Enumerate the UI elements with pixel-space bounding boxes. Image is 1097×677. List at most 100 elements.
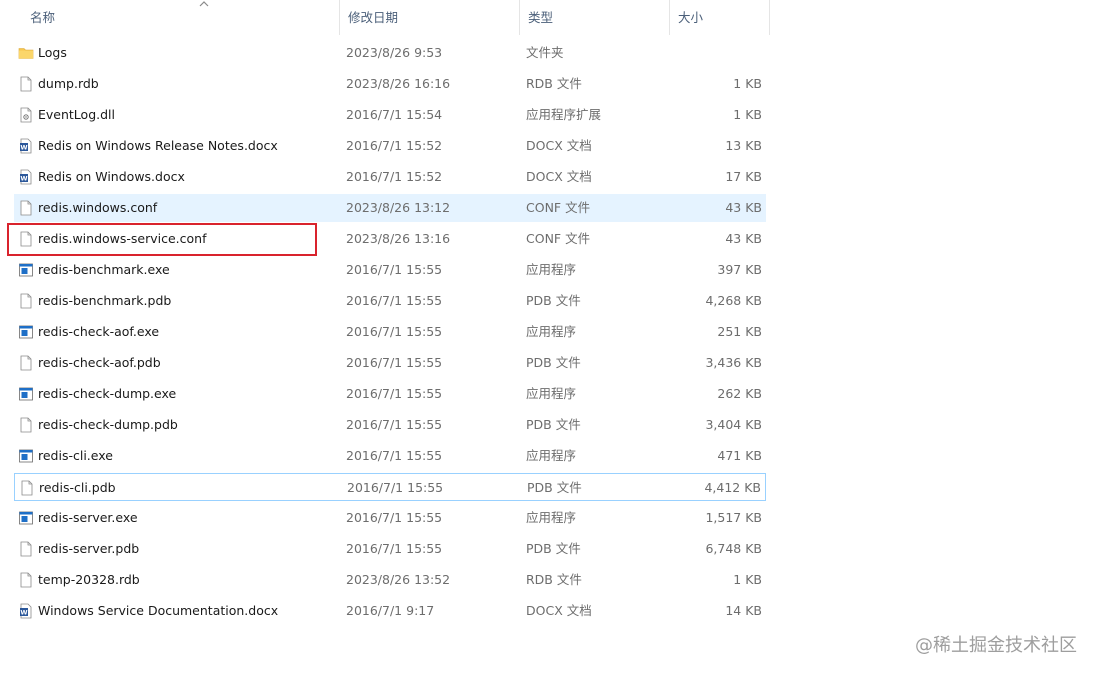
file-type: 应用程序	[526, 262, 577, 277]
file-modified-date: 2023/8/26 13:12	[346, 200, 451, 215]
file-type: PDB 文件	[526, 355, 581, 370]
column-header-size-label: 大小	[678, 10, 704, 25]
exe-icon	[18, 386, 34, 402]
file-name: redis-cli.exe	[38, 448, 113, 463]
file-modified-date: 2016/7/1 9:17	[346, 603, 435, 618]
file-row[interactable]: temp-20328.rdb 2023/8/26 13:52 RDB 文件 1 KB	[14, 566, 766, 594]
file-name: Logs	[38, 45, 67, 60]
file-modified-date: 2016/7/1 15:55	[346, 293, 443, 308]
file-row[interactable]: W Windows Service Documentation.docx 2016/…	[14, 597, 766, 625]
exe-icon	[18, 262, 34, 278]
file-modified-date: 2016/7/1 15:54	[346, 107, 443, 122]
file-size: 43 KB	[725, 200, 762, 215]
file-name: redis-check-dump.exe	[38, 386, 177, 401]
file-size: 43 KB	[725, 231, 762, 246]
exe-icon	[18, 324, 34, 340]
file-row[interactable]: redis-check-aof.pdb 2016/7/1 15:55 PDB 文件 3…	[14, 349, 766, 377]
file-icon	[18, 293, 34, 309]
file-name: redis-check-aof.pdb	[38, 355, 161, 370]
word-doc-icon: W	[18, 169, 34, 185]
file-name: temp-20328.rdb	[38, 572, 140, 587]
column-header-type-label: 类型	[528, 10, 554, 25]
file-modified-date: 2016/7/1 15:55	[346, 324, 443, 339]
file-row[interactable]: redis-cli.pdb 2016/7/1 15:55 PDB 文件 4,412 K…	[14, 473, 766, 501]
file-row[interactable]: redis-check-aof.exe 2016/7/1 15:55 应用程序 251…	[14, 318, 766, 346]
svg-text:W: W	[20, 144, 27, 152]
file-size: 4,412 KB	[704, 480, 761, 495]
svg-text:W: W	[20, 609, 27, 617]
file-type: 应用程序	[526, 448, 577, 463]
file-type: DOCX 文档	[526, 169, 592, 184]
file-name: redis-server.exe	[38, 510, 138, 525]
file-size: 397 KB	[717, 262, 762, 277]
watermark: @稀土掘金技术社区	[915, 635, 1077, 656]
file-name: redis-check-aof.exe	[38, 324, 160, 339]
file-size: 17 KB	[725, 169, 762, 184]
file-type: 应用程序	[526, 324, 577, 339]
file-size: 3,404 KB	[705, 417, 762, 432]
file-row[interactable]: redis-benchmark.pdb 2016/7/1 15:55 PDB 文件 4…	[14, 287, 766, 315]
svg-text:W: W	[20, 175, 27, 183]
file-row[interactable]: W Redis on Windows.docx 2016/7/1 15:52 DOCX…	[14, 163, 766, 191]
dll-icon	[18, 107, 34, 123]
column-header-date[interactable]: 修改日期	[340, 0, 520, 35]
file-type: CONF 文件	[526, 231, 591, 246]
annotation-highlight-box	[7, 223, 317, 256]
file-type: DOCX 文档	[526, 603, 592, 618]
file-name: EventLog.dll	[38, 107, 115, 122]
file-type: RDB 文件	[526, 76, 582, 91]
file-modified-date: 2023/8/26 13:16	[346, 231, 451, 246]
file-size: 251 KB	[717, 324, 762, 339]
file-row[interactable]: redis-cli.exe 2016/7/1 15:55 应用程序 471 KB	[14, 442, 766, 470]
file-type: 文件夹	[526, 45, 564, 60]
file-type: 应用程序	[526, 510, 577, 525]
sort-ascending-icon	[199, 1, 209, 7]
file-modified-date: 2016/7/1 15:52	[346, 169, 443, 184]
column-header-name-label: 名称	[30, 10, 56, 25]
file-type: CONF 文件	[526, 200, 591, 215]
column-header-bar: 名称 修改日期 类型 大小	[0, 0, 770, 35]
file-modified-date: 2016/7/1 15:55	[347, 480, 444, 495]
file-modified-date: 2016/7/1 15:55	[346, 355, 443, 370]
column-header-name[interactable]: 名称	[22, 0, 340, 35]
file-size: 262 KB	[717, 386, 762, 401]
column-header-size[interactable]: 大小	[670, 0, 770, 35]
file-row[interactable]: redis-check-dump.pdb 2016/7/1 15:55 PDB 文件…	[14, 411, 766, 439]
file-modified-date: 2023/8/26 13:52	[346, 572, 451, 587]
file-size: 13 KB	[725, 138, 762, 153]
file-icon	[18, 200, 34, 216]
file-name: Redis on Windows.docx	[38, 169, 185, 184]
file-modified-date: 2016/7/1 15:52	[346, 138, 443, 153]
file-row[interactable]: dump.rdb 2023/8/26 16:16 RDB 文件 1 KB	[14, 70, 766, 98]
file-type: 应用程序扩展	[526, 107, 602, 122]
word-doc-icon: W	[18, 138, 34, 154]
file-name: Windows Service Documentation.docx	[38, 603, 279, 618]
file-name: redis-cli.pdb	[39, 480, 116, 495]
file-type: PDB 文件	[526, 417, 581, 432]
file-type: PDB 文件	[526, 541, 581, 556]
file-modified-date: 2023/8/26 16:16	[346, 76, 451, 91]
file-name: Redis on Windows Release Notes.docx	[38, 138, 278, 153]
file-row[interactable]: redis-server.pdb 2016/7/1 15:55 PDB 文件 6,74…	[14, 535, 766, 563]
file-row[interactable]: redis-benchmark.exe 2016/7/1 15:55 应用程序 397…	[14, 256, 766, 284]
file-row[interactable]: redis.windows.conf 2023/8/26 13:12 CONF 文件…	[14, 194, 766, 222]
file-size: 6,748 KB	[705, 541, 762, 556]
file-type: DOCX 文档	[526, 138, 592, 153]
file-row[interactable]: redis-server.exe 2016/7/1 15:55 应用程序 1,517 …	[14, 504, 766, 532]
file-modified-date: 2016/7/1 15:55	[346, 417, 443, 432]
file-size: 4,268 KB	[705, 293, 762, 308]
file-name: dump.rdb	[38, 76, 99, 91]
file-row[interactable]: redis-check-dump.exe 2016/7/1 15:55 应用程序 26…	[14, 380, 766, 408]
file-row[interactable]: Logs 2023/8/26 9:53 文件夹	[14, 39, 766, 67]
file-type: PDB 文件	[526, 293, 581, 308]
file-name: redis-benchmark.exe	[38, 262, 170, 277]
file-size: 14 KB	[725, 603, 762, 618]
file-row[interactable]: EventLog.dll 2016/7/1 15:54 应用程序扩展 1 KB	[14, 101, 766, 129]
file-size: 1 KB	[733, 76, 762, 91]
file-row[interactable]: W Redis on Windows Release Notes.docx 2016…	[14, 132, 766, 160]
column-header-type[interactable]: 类型	[520, 0, 670, 35]
file-modified-date: 2016/7/1 15:55	[346, 541, 443, 556]
file-type: 应用程序	[526, 386, 577, 401]
file-modified-date: 2016/7/1 15:55	[346, 386, 443, 401]
file-size: 1,517 KB	[705, 510, 762, 525]
